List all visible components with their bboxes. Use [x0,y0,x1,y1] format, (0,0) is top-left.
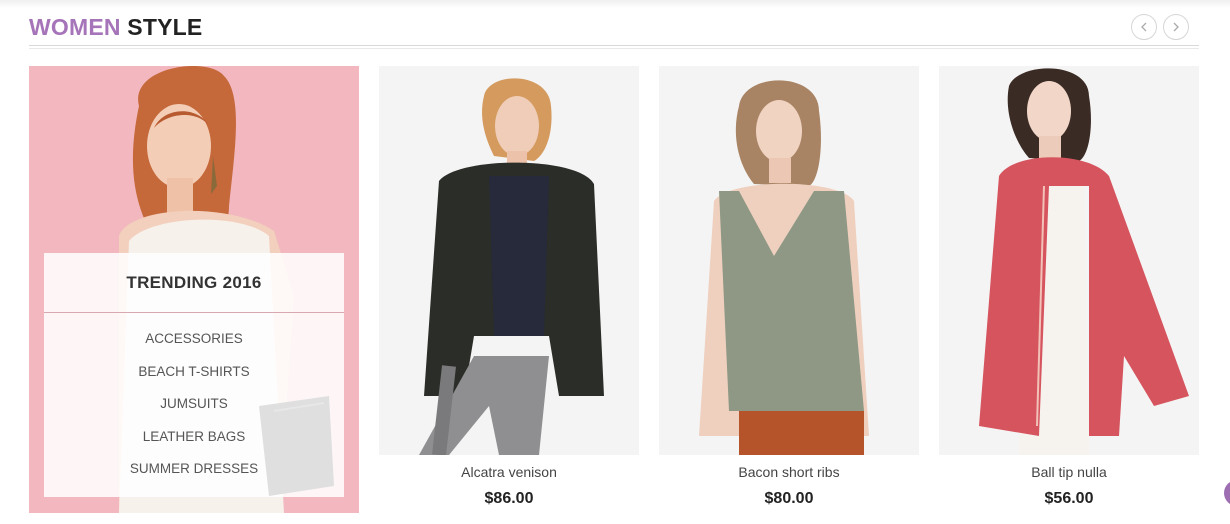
product-price: $86.00 [484,490,534,507]
header-divider-secondary [29,48,1199,49]
chevron-left-icon [1141,22,1147,32]
trending-title: TRENDING 2016 [126,272,262,292]
product-name[interactable]: Alcatra venison [379,464,639,480]
header-divider [29,45,1199,46]
product-image[interactable] [659,66,919,455]
trending-banner[interactable]: TRENDING 2016 ACCESSORIES BEACH T-SHIRTS… [29,66,359,513]
chevron-right-icon [1173,22,1179,32]
section-title-rest: STYLE [120,14,203,40]
model-pink-coat-photo [979,68,1189,455]
section-title-accent: WOMEN [29,14,121,40]
trending-divider [44,312,344,313]
model-green-tank-top-photo [699,80,869,455]
trending-item-jumsuits[interactable]: JUMSUITS [44,396,344,429]
trending-item-summer-dresses[interactable]: SUMMER DRESSES [44,461,344,494]
trending-menu: TRENDING 2016 ACCESSORIES BEACH T-SHIRTS… [44,253,344,497]
section-header: WOMEN STYLE [29,12,1199,48]
trending-item-leather-bags[interactable]: LEATHER BAGS [44,429,344,462]
product-name[interactable]: Ball tip nulla [939,464,1199,480]
model-black-jacket-photo [419,78,604,455]
product-card[interactable]: Alcatra venison $86.00 [379,66,639,516]
floating-action-button[interactable] [1224,480,1230,506]
product-card[interactable]: Bacon short ribs $80.00 [659,66,919,516]
top-shadow [0,0,1230,8]
trending-list: ACCESSORIES BEACH T-SHIRTS JUMSUITS LEAT… [44,331,344,494]
product-price: $56.00 [1044,490,1094,507]
product-name[interactable]: Bacon short ribs [659,464,919,480]
product-image[interactable] [939,66,1199,455]
section-title: WOMEN STYLE [29,14,202,41]
product-price: $80.00 [764,490,814,507]
carousel-prev-button[interactable] [1131,14,1157,40]
product-image[interactable] [379,66,639,455]
trending-item-beach-t-shirts[interactable]: BEACH T-SHIRTS [44,364,344,397]
trending-item-accessories[interactable]: ACCESSORIES [44,331,344,364]
carousel-next-button[interactable] [1163,14,1189,40]
product-card[interactable]: Ball tip nulla $56.00 [939,66,1199,516]
